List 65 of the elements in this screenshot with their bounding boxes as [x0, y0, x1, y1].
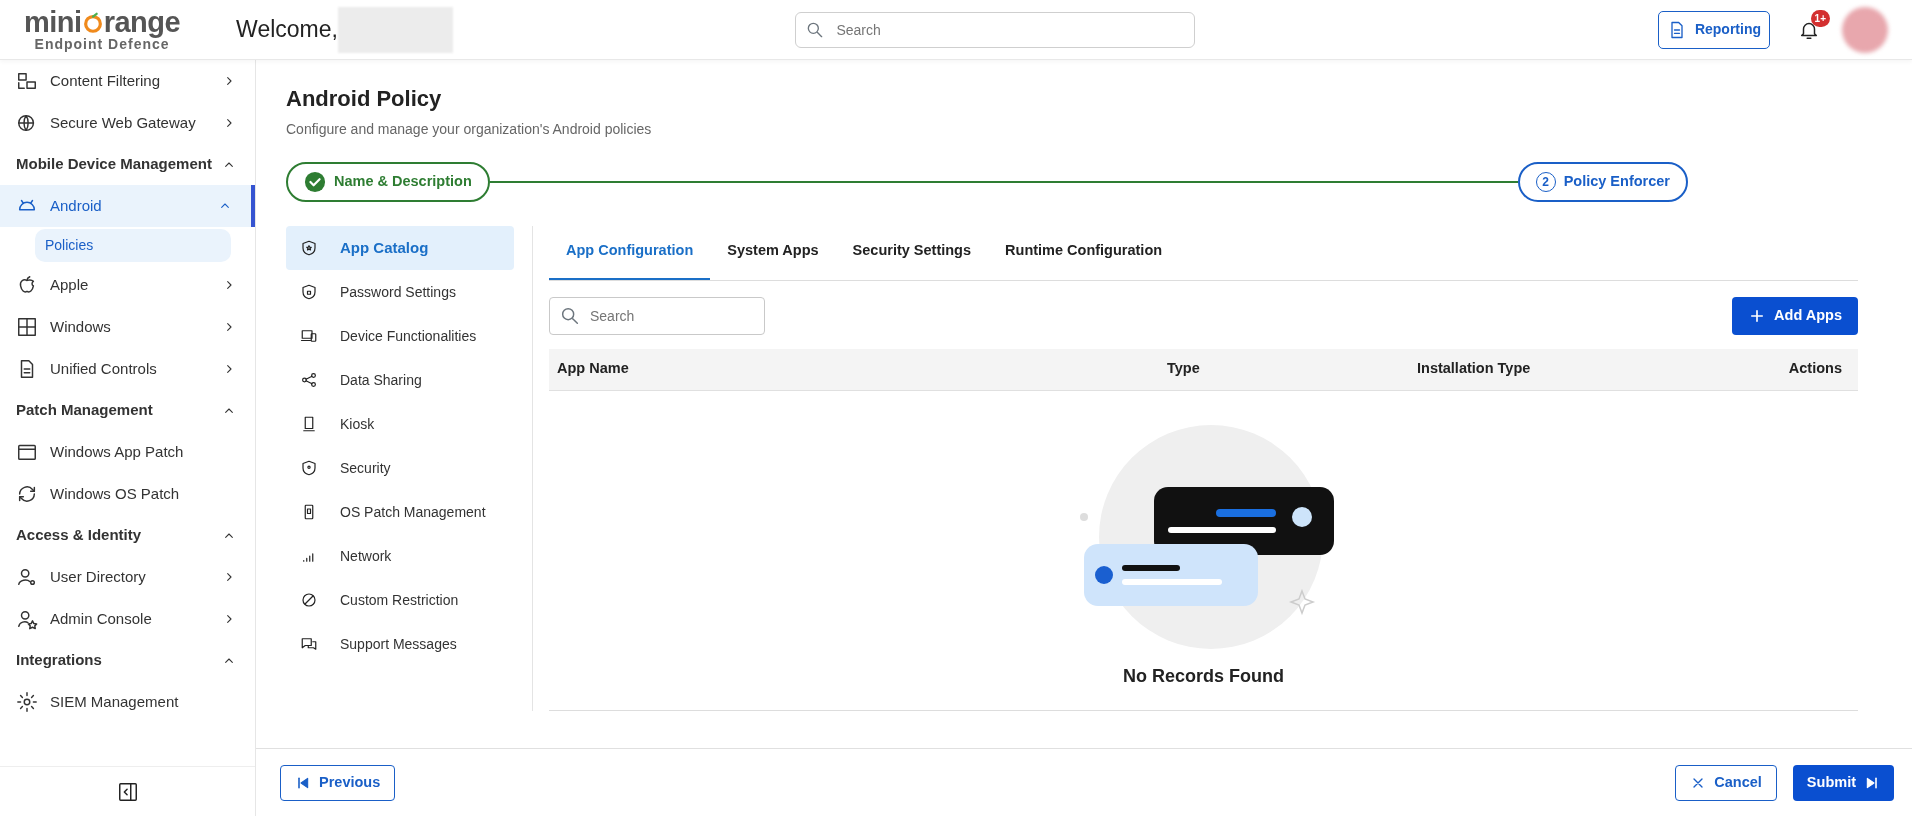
logo-subtitle: Endpoint Defence	[34, 37, 170, 51]
column-header: Installation Type	[1417, 359, 1532, 379]
devices-icon	[300, 327, 318, 345]
collapse-sidebar-icon[interactable]	[116, 780, 139, 803]
sidebar-item[interactable]: Content Filtering	[0, 60, 255, 102]
sidebar-item[interactable]: User Directory	[0, 556, 255, 598]
tab[interactable]: App Configuration	[549, 226, 711, 280]
previous-button[interactable]: Previous	[280, 764, 396, 801]
add-apps-button[interactable]: Add Apps	[1732, 296, 1858, 335]
kiosk-icon	[300, 415, 318, 433]
policy-menu-item[interactable]: Kiosk	[286, 402, 514, 446]
policy-menu-item[interactable]: Data Sharing	[286, 358, 514, 402]
shield-lock-icon	[300, 283, 318, 301]
sidebar-item[interactable]: Windows App Patch	[0, 431, 255, 473]
notification-badge: 1+	[1810, 10, 1830, 28]
submit-button[interactable]: Submit	[1792, 764, 1894, 801]
chat-icon	[300, 635, 318, 653]
policy-menu-item[interactable]: Network	[286, 534, 514, 578]
step-pill: 2 Policy Enforcer	[1517, 162, 1688, 202]
policy-menu-item[interactable]: App Catalog	[286, 226, 514, 270]
tab[interactable]: Runtime Configuration	[988, 226, 1180, 280]
empty-message: No Records Found	[1123, 664, 1284, 688]
sidebar-item[interactable]: Apple	[0, 264, 255, 306]
windows-icon	[16, 316, 38, 338]
policy-menu-item[interactable]: Security	[286, 446, 514, 490]
tab[interactable]: Security Settings	[835, 226, 989, 280]
policy-menu-item[interactable]: Password Settings	[286, 270, 514, 314]
tab[interactable]: System Apps	[710, 226, 836, 280]
sidebar-item[interactable]: SIEM Management	[0, 681, 255, 723]
ring-logo-icon	[81, 10, 104, 35]
policy-menu-item[interactable]: OS Patch Management	[286, 490, 514, 534]
policy-menu-item[interactable]: Device Functionalities	[286, 314, 514, 358]
sidebar-section[interactable]: Patch Management	[0, 390, 255, 431]
sidebar-item[interactable]: Windows OS Patch	[0, 473, 255, 515]
search-field[interactable]: Search	[795, 11, 1196, 48]
sidebar-item[interactable]: Admin Console	[0, 598, 255, 640]
policy-menu-item[interactable]: Custom Restriction	[286, 578, 514, 622]
column-header: Actions	[1788, 359, 1843, 379]
policy-menu-item[interactable]: Support Messages	[286, 622, 514, 666]
check-circle-icon	[304, 171, 326, 193]
page-subtitle: Configure and manage your organization's Android policies	[286, 120, 653, 139]
welcome-text: Welcome,	[236, 15, 338, 45]
user-gear-icon	[16, 566, 38, 588]
sidebar-section[interactable]: Access & Identity	[0, 515, 255, 556]
block-icon	[300, 591, 318, 609]
reporting-button[interactable]: Reporting	[1657, 10, 1770, 49]
column-header: Type	[1167, 359, 1201, 379]
sidebar-item[interactable]: Windows	[0, 306, 255, 348]
logo: mini range	[24, 8, 181, 37]
sidebar-section[interactable]: Mobile Device Management	[0, 144, 255, 185]
sidebar-subitem[interactable]: Policies	[35, 229, 231, 262]
user-star-icon	[16, 608, 38, 630]
search-field[interactable]: Search	[549, 296, 765, 335]
sidebar-section[interactable]: Integrations	[0, 640, 255, 681]
column-header: App Name	[557, 359, 630, 379]
shield-icon	[300, 459, 318, 477]
sidebar-item[interactable]: Unified Controls	[0, 348, 255, 390]
refresh-icon	[16, 483, 38, 505]
cancel-button[interactable]: Cancel	[1675, 764, 1777, 801]
step-pill: Name & Description	[286, 162, 490, 202]
sidebar-item[interactable]: Secure Web Gateway	[0, 102, 255, 144]
share-icon	[300, 371, 318, 389]
shield-star-icon	[300, 239, 318, 257]
page-title: Android Policy	[286, 85, 443, 113]
sidebar-item[interactable]: Android	[0, 185, 255, 227]
